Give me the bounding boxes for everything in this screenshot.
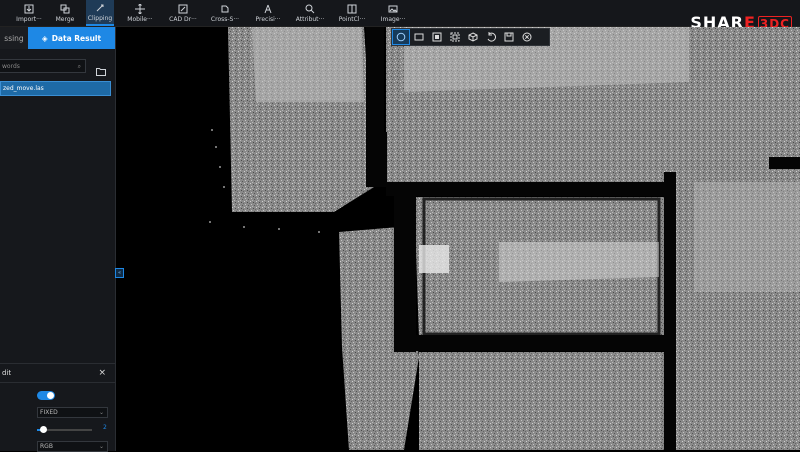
import-icon xyxy=(24,4,34,14)
cad-drawing-label: CAD Dr··· xyxy=(169,15,197,23)
precision-tool[interactable]: Precisi··· xyxy=(253,0,283,26)
search-placeholder: words xyxy=(2,63,20,70)
pointcloud-viewport[interactable] xyxy=(124,27,800,450)
slider-value: 2 xyxy=(103,424,107,431)
save-icon xyxy=(504,32,514,42)
mobile-label: Mobile··· xyxy=(127,15,153,23)
collapse-panel-button[interactable]: « xyxy=(115,268,124,278)
pointcloud-icon xyxy=(347,4,357,14)
cad-drawing-tool[interactable]: CAD Dr··· xyxy=(168,0,198,26)
data-panel: ssing ◈ Data Result words ⌕ zed_move.las xyxy=(0,27,116,363)
slider-thumb[interactable] xyxy=(40,426,47,433)
attribute-label: Attribut··· xyxy=(295,15,325,23)
cube-button[interactable] xyxy=(464,29,482,45)
clipping-tool[interactable]: Clipping xyxy=(86,0,114,26)
cross-section-icon xyxy=(220,4,230,14)
undo-icon xyxy=(487,32,496,42)
merge-icon xyxy=(60,4,70,14)
pointcloud-label: PointCl··· xyxy=(338,15,366,23)
lasso-circle-button[interactable] xyxy=(392,29,410,45)
box-select-icon xyxy=(450,32,460,42)
point-size-slider[interactable] xyxy=(37,426,92,433)
image-tool[interactable]: Image··· xyxy=(378,0,408,26)
precision-label: Precisi··· xyxy=(255,15,281,23)
tab-data-result-label: Data Result xyxy=(51,33,102,43)
mode-select[interactable]: FIXED ⌄ xyxy=(37,407,108,418)
file-item[interactable]: zed_move.las xyxy=(0,81,111,96)
cad-drawing-icon xyxy=(178,4,188,14)
clipping-label: Clipping xyxy=(87,14,113,22)
chevron-down-icon: ⌄ xyxy=(98,443,104,450)
rectangle-select-icon xyxy=(414,33,424,41)
polygon-select-icon xyxy=(432,32,442,42)
attribute-icon xyxy=(305,4,315,14)
cross-section-label: Cross-S··· xyxy=(210,15,240,23)
chevron-down-icon: ⌄ xyxy=(98,409,104,416)
close-icon[interactable]: × xyxy=(98,364,106,382)
mode-select-value: FIXED xyxy=(40,409,58,416)
image-icon xyxy=(388,4,398,14)
precision-icon xyxy=(263,4,273,14)
attribute-tool[interactable]: Attribut··· xyxy=(294,0,326,26)
mobile-tool[interactable]: Mobile··· xyxy=(124,0,156,26)
folder-icon[interactable] xyxy=(96,61,106,76)
search-input[interactable]: words ⌕ xyxy=(0,59,86,73)
layers-icon: ◈ xyxy=(41,33,48,43)
undo-button[interactable] xyxy=(482,29,500,45)
close-selection-button[interactable] xyxy=(518,29,536,45)
import-label: Import··· xyxy=(16,15,42,23)
merge-tool[interactable]: Merge xyxy=(52,0,78,26)
main-toolbar: Import··· Merge Clipping Mobile··· CAD D… xyxy=(0,0,800,32)
cube-icon xyxy=(468,32,478,42)
pointcloud-render xyxy=(209,27,800,450)
edit-panel: dit × FIXED ⌄ 2 RGB ⌄ xyxy=(0,363,116,452)
mobile-icon xyxy=(135,3,145,14)
clipping-icon xyxy=(95,3,105,13)
image-label: Image··· xyxy=(380,15,406,23)
import-tool[interactable]: Import··· xyxy=(12,0,46,26)
merge-label: Merge xyxy=(55,15,75,23)
tab-data-result[interactable]: ◈ Data Result xyxy=(28,27,115,49)
edit-panel-title: dit xyxy=(2,369,12,377)
color-select[interactable]: RGB ⌄ xyxy=(37,441,108,452)
polygon-select-button[interactable] xyxy=(428,29,446,45)
close-circle-icon xyxy=(522,32,532,42)
pointcloud-tool[interactable]: PointCl··· xyxy=(336,0,368,26)
edit-panel-header: dit × xyxy=(0,364,115,383)
tab-processing[interactable]: ssing xyxy=(0,27,28,49)
display-toggle[interactable] xyxy=(37,391,55,400)
viewport-selection-toolbar xyxy=(391,28,550,46)
search-icon[interactable]: ⌕ xyxy=(78,60,81,74)
save-button[interactable] xyxy=(500,29,518,45)
rectangle-select-button[interactable] xyxy=(410,29,428,45)
color-select-value: RGB xyxy=(40,443,53,450)
cross-section-tool[interactable]: Cross-S··· xyxy=(209,0,241,26)
lasso-circle-icon xyxy=(396,32,406,42)
box-select-button[interactable] xyxy=(446,29,464,45)
